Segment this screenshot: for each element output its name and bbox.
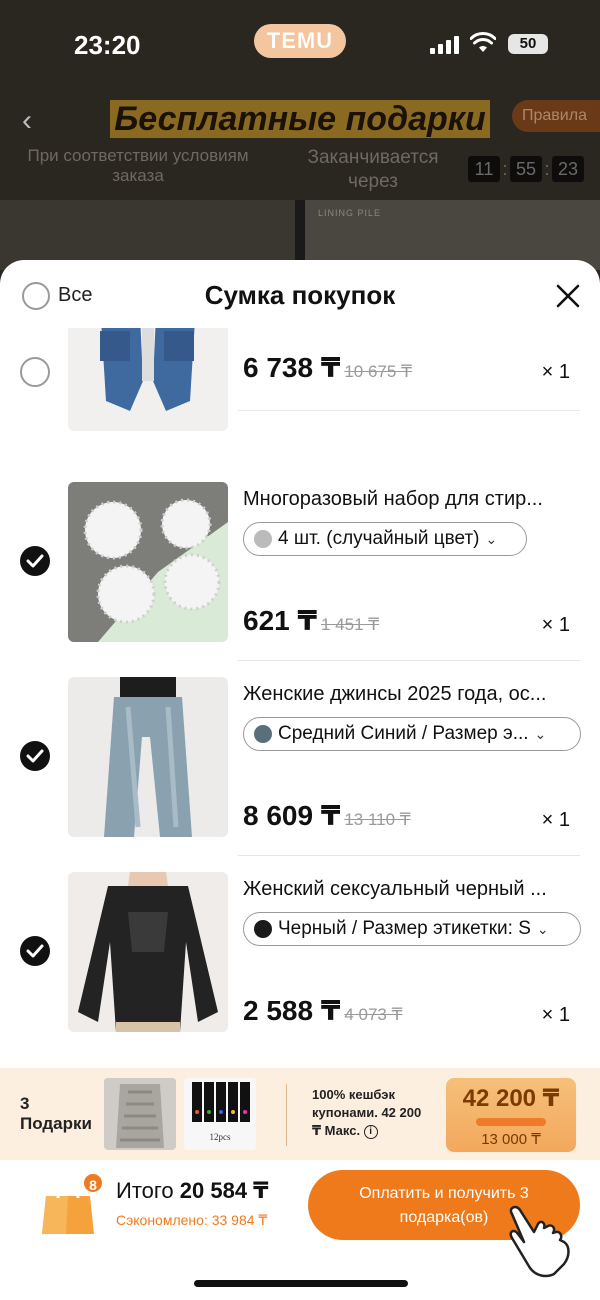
total-value: 20 584 ₸ (179, 1178, 269, 1203)
product-image-laundry-balls[interactable] (68, 482, 228, 642)
close-icon[interactable] (554, 282, 582, 310)
rules-pill: Правила (512, 100, 600, 132)
variant-swatch (254, 725, 272, 743)
price-original: 13 110 ₸ (344, 810, 411, 829)
price-block: 8 609 ₸ 13 110 ₸ (243, 799, 411, 832)
saved-amount: Сэкономлено: 33 984 ₸ (116, 1212, 268, 1228)
home-indicator[interactable] (194, 1280, 408, 1287)
shopping-bag-sheet: Все Сумка покупок Средний Синий / (0, 260, 600, 1300)
cart-item-jeans[interactable]: Женские джинсы 2025 года, ос... Средний … (0, 661, 600, 856)
variant-selector[interactable]: Черный / Размер этикетки: S ⌄ (243, 912, 581, 946)
temu-app-pill: TEMU (254, 24, 346, 58)
variant-swatch (254, 530, 272, 548)
product-image-black-top[interactable] (68, 872, 228, 1032)
coupon-minimum: 13 000 ₸ (481, 1131, 541, 1148)
item-select-checkbox[interactable] (20, 741, 50, 771)
status-time: 23:20 (74, 30, 141, 60)
total-line: Итого 20 584 ₸ (116, 1178, 269, 1204)
total-label: Итого (116, 1178, 174, 1203)
gift-count: 3 Подарки (20, 1094, 92, 1133)
product-image-jeans[interactable] (68, 677, 228, 837)
item-select-checkbox[interactable] (20, 546, 50, 576)
price-original: 4 073 ₸ (344, 1005, 403, 1024)
chevron-down-icon: ⌄ (534, 725, 547, 742)
chevron-down-icon: ⌄ (536, 920, 549, 937)
timer-minutes: 55 (510, 156, 542, 182)
product-title[interactable]: Женский сексуальный черный ... (243, 878, 583, 901)
background-subheader: При соответствии условиям заказа Заканчи… (0, 146, 600, 192)
cart-item-laundry-balls[interactable]: Многоразовый набор для стир... 4 шт. (сл… (0, 466, 600, 661)
price-current: 621 ₸ (243, 605, 317, 636)
quantity[interactable]: × 1 (542, 1004, 570, 1027)
wifi-icon (470, 32, 496, 52)
price-current: 6 738 ₸ (243, 352, 341, 383)
variant-swatch (254, 920, 272, 938)
quantity[interactable]: × 1 (542, 361, 570, 384)
battery-indicator: 50 (508, 34, 548, 54)
coupon-progress-bar (476, 1118, 546, 1126)
timer-seconds: 23 (552, 156, 584, 182)
background-title: Бесплатные подарки (0, 100, 600, 139)
quantity[interactable]: × 1 (542, 809, 570, 832)
cart-item-black-top[interactable]: Женский сексуальный черный ... Черный / … (0, 856, 600, 1051)
cellular-signal-icon (430, 36, 460, 54)
price-current: 2 588 ₸ (243, 995, 341, 1026)
sheet-title: Сумка покупок (204, 280, 396, 310)
checkout-bar: 8 Итого 20 584 ₸ Сэкономлено: 33 984 ₸ О… (0, 1160, 600, 1300)
item-divider (238, 410, 580, 411)
price-original: 10 675 ₸ (344, 362, 412, 381)
item-select-radio[interactable] (20, 357, 50, 387)
sheet-header: Все Сумка покупок (0, 260, 600, 330)
coupon-card[interactable]: 42 200 ₸ 13 000 ₸ (446, 1078, 576, 1152)
condition-text: При соответствии условиям заказа (27, 146, 249, 185)
gift-image-sweater[interactable] (104, 1078, 176, 1150)
cart-items-list[interactable]: Средний Синий / Размер э... ⌄ 6 738 ₸ 10… (0, 328, 600, 1068)
variant-selector[interactable]: 4 шт. (случайный цвет) ⌄ (243, 522, 527, 556)
product-title[interactable]: Женские джинсы 2025 года, ос... (243, 683, 583, 706)
coupon-amount: 42 200 ₸ (462, 1085, 560, 1112)
background-header: ‹ Бесплатные подарки Правила (0, 92, 600, 152)
product-title[interactable]: Многоразовый набор для стир... (243, 488, 583, 511)
pointing-hand-icon (509, 1205, 570, 1278)
variant-selector[interactable]: Средний Синий / Размер э... ⌄ (243, 717, 581, 751)
product-image-denim-vest[interactable] (68, 328, 228, 431)
info-icon[interactable]: i (363, 1124, 378, 1139)
price-current: 8 609 ₸ (243, 800, 341, 831)
chevron-down-icon: ⌄ (485, 530, 498, 547)
status-bar: 23:20 TEMU 50 (0, 0, 600, 88)
price-block: 6 738 ₸ 10 675 ₸ (243, 351, 412, 384)
gift-image-pens[interactable]: 12pcs (184, 1078, 256, 1150)
ends-label: Заканчивается через (307, 147, 439, 192)
item-select-checkbox[interactable] (20, 936, 50, 966)
free-gifts-banner[interactable]: 3 Подарки 12pcs 100% кешбэк купонами. 42… (0, 1068, 600, 1160)
gift-pens-caption: 12pcs (210, 1132, 231, 1142)
cashback-text: 100% кешбэк купонами. 42 200 ₸ Макс. i (312, 1087, 422, 1139)
price-block: 2 588 ₸ 4 073 ₸ (243, 994, 402, 1027)
countdown-timer: 11 : 55 : 23 (468, 156, 584, 182)
cart-count-badge: 8 (82, 1172, 104, 1194)
cart-item-denim-vest[interactable]: Средний Синий / Размер э... ⌄ 6 738 ₸ 10… (0, 328, 600, 466)
price-original: 1 451 ₸ (320, 615, 380, 634)
strip-label: LINING PILE (318, 208, 382, 218)
gifts-separator (286, 1084, 287, 1146)
timer-hours: 11 (468, 156, 500, 182)
price-block: 621 ₸ 1 451 ₸ (243, 604, 379, 637)
quantity[interactable]: × 1 (542, 614, 570, 637)
